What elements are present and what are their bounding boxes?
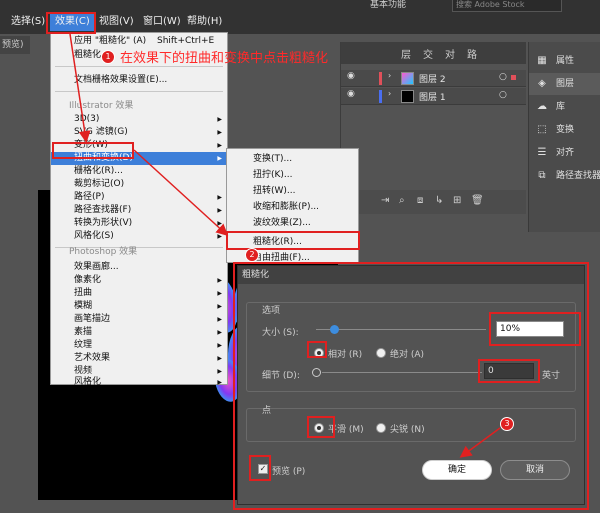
instruction-note: 在效果下的扭曲和变换中点击粗糙化 [120, 51, 329, 66]
step-badge-3: 3 [500, 417, 514, 431]
step-badge-1: 1 [101, 50, 115, 64]
step-badge-2: 2 [245, 248, 259, 262]
annotation-arrows [69, 33, 501, 458]
